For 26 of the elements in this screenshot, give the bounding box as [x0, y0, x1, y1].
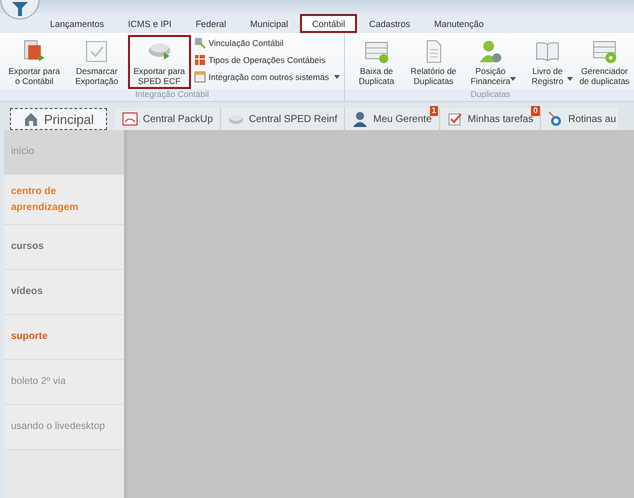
menu-tab[interactable]: Lançamentos [38, 14, 116, 33]
ribbon-button[interactable]: Vinculação Contábil [192, 35, 341, 51]
sidebar-item[interactable]: vídeos [4, 270, 124, 315]
group-title: Integração Contábil [0, 89, 344, 101]
group-title: Duplicatas [345, 89, 634, 101]
document-tab[interactable]: Central SPED Reinf [220, 108, 346, 130]
ribbon-button[interactable]: Integração com outros sistemas [192, 69, 341, 85]
ribbon-button[interactable]: Posição Financeira [462, 35, 519, 89]
sidebar-item[interactable]: cursos [4, 225, 124, 270]
ribbon-button[interactable]: Relatório de Duplicatas [405, 35, 462, 89]
menu-tab[interactable]: Contábil [300, 14, 358, 33]
menu-tab[interactable]: Manutenção [422, 14, 496, 33]
menu-tab[interactable]: Federal [184, 14, 238, 33]
ribbon-button[interactable]: Baixa de Duplicata [348, 35, 405, 89]
document-tab[interactable]: Principal [10, 108, 107, 130]
menu-tab[interactable]: Cadastros [357, 14, 422, 33]
ribbon-button[interactable]: Livro de Registro [519, 35, 576, 89]
ribbon-button[interactable]: Gerenciador de duplicatas [576, 35, 633, 89]
ribbon-button[interactable]: Desmarcar Exportação [66, 35, 128, 89]
ribbon-button[interactable]: Exportar para o Contábil [3, 35, 66, 89]
menu-tab[interactable]: Municipal [238, 14, 300, 33]
count-badge: 1 [430, 106, 438, 116]
document-tab[interactable]: Central PackUp [114, 108, 221, 130]
menu-tab[interactable]: ICMS e IPI [116, 14, 184, 33]
ribbon-button[interactable]: Tipos de Operações Contábeis [192, 52, 341, 68]
count-badge: 0 [531, 106, 540, 116]
